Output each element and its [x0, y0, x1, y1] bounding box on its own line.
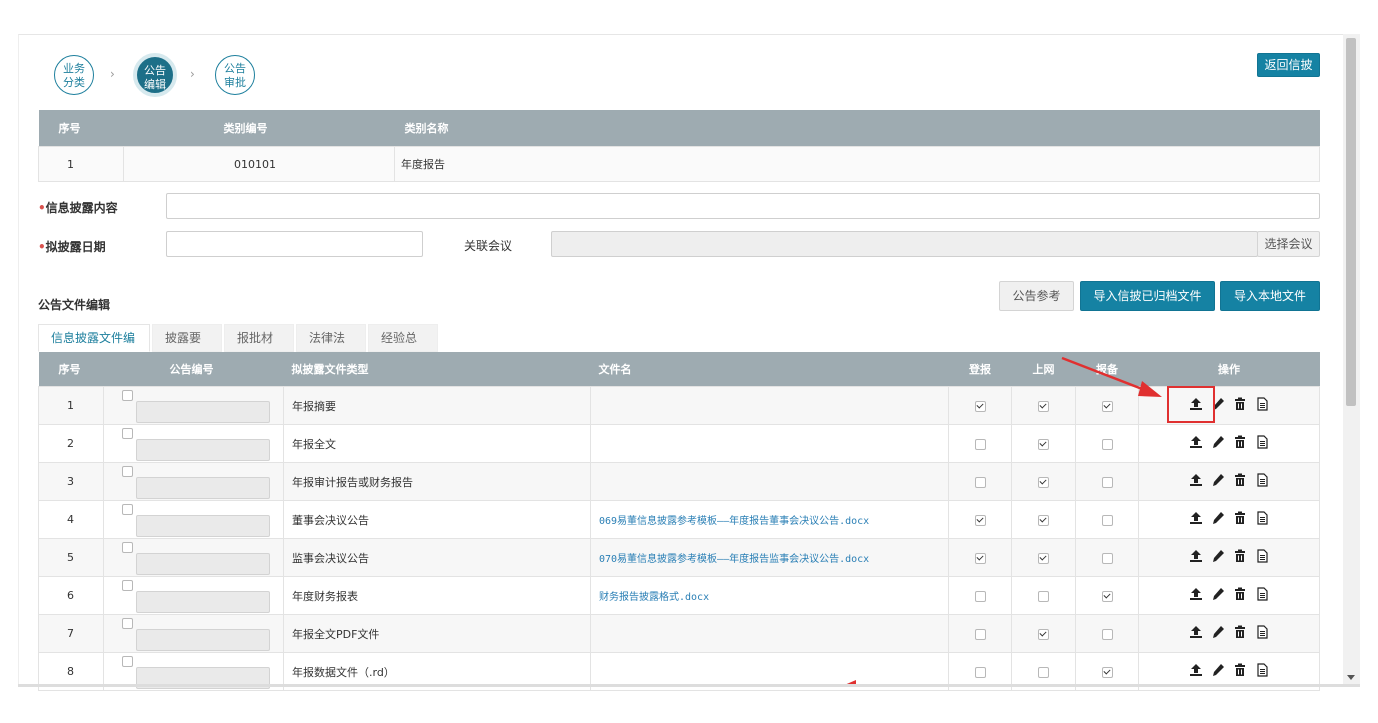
annotation-highlight-box [1167, 386, 1215, 423]
annotation-overlay [842, 356, 1215, 686]
scroll-down-icon[interactable] [1347, 675, 1355, 680]
annotation-arrow [1061, 356, 1151, 394]
annotation-arrowhead [1138, 381, 1162, 397]
scrollbar-thumb[interactable] [1346, 38, 1356, 406]
bottom-edge [18, 684, 1360, 687]
vertical-scrollbar[interactable] [1343, 34, 1360, 686]
